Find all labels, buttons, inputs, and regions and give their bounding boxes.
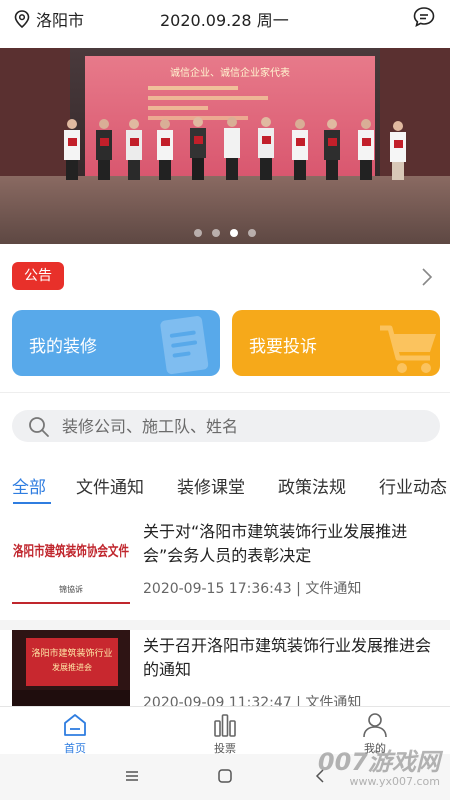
message-icon[interactable]	[412, 5, 436, 29]
home-button-icon[interactable]	[217, 768, 233, 784]
news-thumbnail: 洛阳市建筑装饰协会文件 锦協诉	[12, 516, 130, 606]
thumbnail-heading: 洛阳市建筑装饰协会文件	[13, 543, 129, 560]
thumbnail-heading: 洛阳市建筑装饰行业	[31, 647, 112, 659]
cart-icon	[380, 325, 436, 373]
my-renovation-label: 我的装修	[29, 337, 97, 357]
carousel-dot[interactable]	[248, 229, 256, 237]
news-item[interactable]: 洛阳市建筑装饰协会文件 锦協诉 关于对“洛阳市建筑装饰行业发展推进会”会务人员的…	[0, 516, 450, 616]
document-icon	[160, 316, 209, 375]
chevron-right-icon[interactable]	[418, 266, 436, 288]
news-thumbnail: 洛阳市建筑装饰行业 发展推进会	[12, 630, 130, 706]
menu-icon[interactable]	[124, 768, 140, 784]
news-category: 文件通知	[305, 581, 362, 597]
my-renovation-button[interactable]: 我的装修	[12, 310, 220, 376]
vote-icon	[214, 714, 236, 737]
category-tabs: 全部 文件通知 装修课堂 政策法规 行业动态	[0, 470, 450, 506]
tab-all[interactable]: 全部	[12, 473, 46, 498]
banner-image: 诚信企业、诚信企业家代表	[0, 48, 450, 244]
tab-file-notices[interactable]: 文件通知	[76, 473, 144, 498]
list-divider	[0, 620, 450, 630]
status-bar: 洛阳市 2020.09.28 周一	[0, 0, 450, 34]
carousel-dot[interactable]	[194, 229, 202, 237]
banner-backdrop-text: 诚信企业、诚信企业家代表	[170, 66, 290, 79]
watermark: 007游戏网 www.yx007.com	[318, 742, 440, 788]
news-title[interactable]: 关于召开洛阳市建筑装饰行业发展推进会的通知	[143, 634, 443, 682]
user-icon	[363, 713, 387, 738]
active-tab-indicator	[13, 502, 51, 504]
tab-renovation-class[interactable]: 装修课堂	[177, 473, 245, 498]
date-label: 2020.09.28 周一	[160, 11, 289, 30]
home-icon	[64, 714, 86, 736]
news-item[interactable]: 洛阳市建筑装饰行业 发展推进会 关于召开洛阳市建筑装饰行业发展推进会的通知 20…	[0, 630, 450, 706]
news-datetime: 2020-09-09 11:32:47	[143, 695, 292, 706]
section-divider	[0, 392, 450, 393]
watermark-line1: 007游戏网	[317, 748, 440, 776]
carousel-indicator	[0, 229, 450, 237]
nav-home[interactable]: 首页	[30, 711, 120, 756]
nav-vote[interactable]: 投票	[180, 711, 270, 756]
location-pin-icon	[14, 10, 30, 28]
news-meta: 2020-09-09 11:32:47 | 文件通知	[143, 692, 361, 706]
complaint-button[interactable]: 我要投诉	[232, 310, 440, 376]
news-meta: 2020-09-15 17:36:43 | 文件通知	[143, 581, 362, 597]
search-bar[interactable]	[12, 410, 440, 442]
location-selector[interactable]: 洛阳市	[14, 7, 84, 31]
city-label: 洛阳市	[36, 11, 85, 30]
search-icon	[29, 417, 49, 437]
news-datetime: 2020-09-15 17:36:43	[143, 581, 292, 597]
search-input[interactable]	[62, 410, 422, 442]
tab-policy[interactable]: 政策法规	[278, 473, 346, 498]
news-category: 文件通知	[305, 695, 362, 706]
tab-industry-news[interactable]: 行业动态	[379, 473, 447, 498]
complaint-label: 我要投诉	[249, 337, 317, 357]
thumbnail-sub: 发展推进会	[52, 662, 92, 672]
news-title[interactable]: 关于对“洛阳市建筑装饰行业发展推进会”会务人员的表彰决定	[143, 520, 443, 568]
notice-tag[interactable]: 公告	[12, 262, 64, 290]
carousel-dot[interactable]	[212, 229, 220, 237]
thumbnail-sub: 锦協诉	[59, 584, 83, 594]
carousel-dot-active[interactable]	[230, 229, 238, 237]
banner-carousel[interactable]: 诚信企业、诚信企业家代表	[0, 48, 450, 244]
